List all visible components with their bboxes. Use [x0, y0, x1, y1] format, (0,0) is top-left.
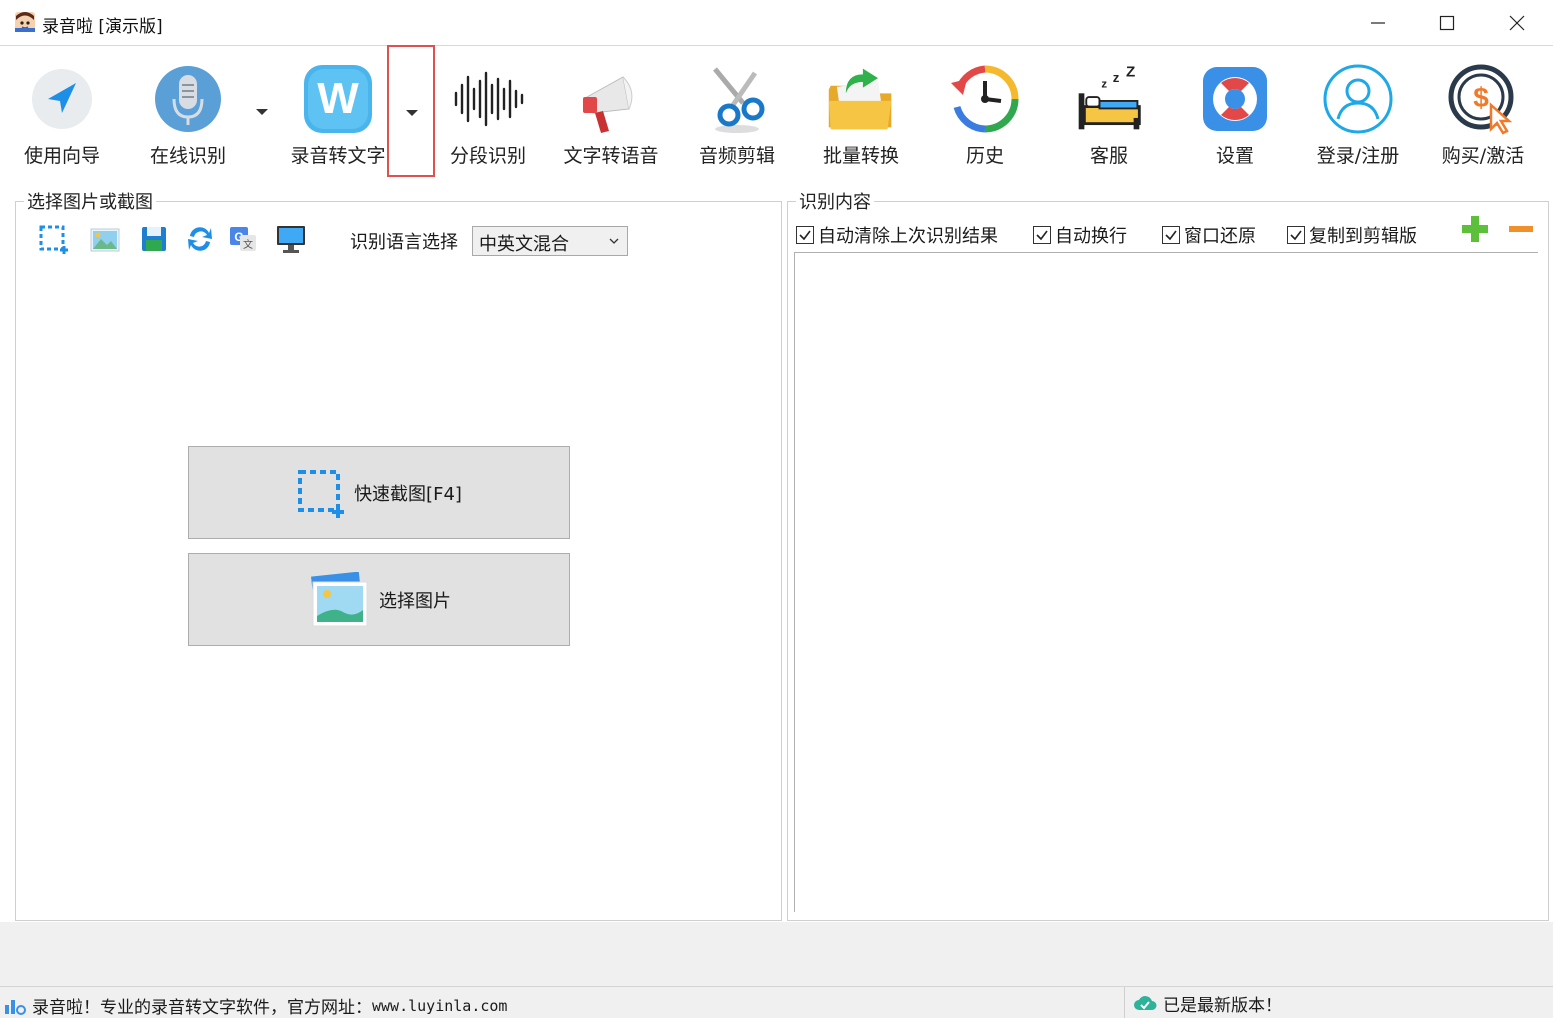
checkbox-checked-icon	[1033, 226, 1051, 244]
lifebuoy-icon	[1199, 59, 1271, 139]
status-message: 录音啦！专业的录音转文字软件，官方网址：	[32, 998, 372, 1018]
main-toolbar: 使用向导 在线识别 W 录音转文字 分段识别 文字转语音 音频剪辑 批量转换 历…	[0, 47, 1553, 177]
svg-text:$: $	[1473, 82, 1489, 113]
image-icon	[307, 571, 371, 628]
megaphone-icon	[575, 59, 647, 139]
online-recognition-dropdown-icon[interactable]	[256, 109, 268, 115]
maximize-icon	[1439, 15, 1455, 31]
svg-text:W: W	[317, 74, 359, 123]
language-select-label: 识别语言选择	[350, 232, 458, 253]
image-icon[interactable]	[88, 222, 122, 256]
minimize-icon	[1371, 22, 1385, 24]
close-icon	[1509, 15, 1525, 31]
user-icon	[1322, 59, 1394, 139]
auto-clear-checkbox[interactable]: 自动清除上次识别结果	[796, 222, 998, 248]
maximize-button[interactable]	[1412, 0, 1482, 46]
waveform-icon	[452, 59, 524, 139]
quick-capture-label: 快速截图[F4]	[354, 483, 462, 505]
right-panel-title: 识别内容	[796, 188, 874, 214]
folder-icon	[825, 59, 897, 139]
capture-region-icon[interactable]	[36, 222, 70, 256]
bottom-gap	[0, 922, 1553, 986]
toolbar-login-register-button[interactable]: 登录/注册	[1306, 47, 1410, 177]
toolbar-audio-to-text-button[interactable]: W 录音转文字	[282, 47, 394, 177]
svg-text:Z: Z	[1126, 63, 1135, 80]
version-status: 已是最新版本！	[1163, 995, 1282, 1016]
checkbox-checked-icon	[1287, 226, 1305, 244]
zoom-in-plus-icon[interactable]	[1458, 212, 1492, 246]
app-logo-icon	[14, 11, 36, 33]
checkbox-checked-icon	[796, 226, 814, 244]
select-image-button[interactable]: 选择图片	[188, 553, 570, 646]
capture-region-icon	[296, 468, 346, 518]
svg-text:z: z	[1113, 70, 1120, 85]
quick-capture-button[interactable]: 快速截图[F4]	[188, 446, 570, 539]
window-restore-checkbox[interactable]: 窗口还原	[1162, 222, 1256, 248]
toolbar-segment-recognition-button[interactable]: 分段识别	[440, 47, 536, 177]
minimize-button[interactable]	[1343, 0, 1413, 46]
monitor-icon[interactable]	[274, 222, 308, 256]
cloud-check-icon	[1133, 994, 1157, 1012]
zoom-out-minus-icon[interactable]	[1504, 212, 1538, 246]
toolbar-history-button[interactable]: 历史	[940, 47, 1030, 177]
language-select-value: 中英文混合	[479, 234, 569, 255]
website-link[interactable]: www.luyinla.com	[372, 997, 507, 1015]
refresh-icon[interactable]	[183, 222, 217, 256]
auto-wrap-checkbox[interactable]: 自动换行	[1033, 222, 1127, 248]
status-right: 已是最新版本！	[1124, 987, 1282, 1018]
toolbar-online-recognition-button[interactable]: 在线识别	[140, 47, 236, 177]
toolbar-text-to-speech-button[interactable]: 文字转语音	[556, 47, 666, 177]
status-bar: 录音啦！专业的录音转文字软件，官方网址： www.luyinla.com 已是最…	[0, 986, 1553, 1018]
clock-history-icon	[949, 59, 1021, 139]
toolbar-batch-convert-button[interactable]: 批量转换	[814, 47, 908, 177]
save-icon[interactable]	[137, 222, 171, 256]
toolbar-settings-button[interactable]: 设置	[1190, 47, 1280, 177]
close-button[interactable]	[1482, 0, 1552, 46]
title-bar: 录音啦 [演示版]	[0, 0, 1553, 46]
select-image-label: 选择图片	[379, 590, 451, 612]
toolbar-buy-activate-button[interactable]: $ 购买/激活	[1432, 47, 1534, 177]
toolbar-customer-service-button[interactable]: zzZ 客服	[1064, 47, 1154, 177]
microphone-icon	[152, 59, 224, 139]
left-panel-title: 选择图片或截图	[24, 188, 156, 214]
svg-text:z: z	[1101, 79, 1107, 91]
svg-text:文: 文	[243, 238, 253, 251]
bed-sleep-icon: zzZ	[1073, 59, 1145, 139]
dollar-cursor-icon: $	[1447, 59, 1519, 139]
language-select[interactable]: 中英文混合	[472, 226, 628, 256]
bar-chart-icon	[4, 997, 26, 1015]
toolbar-guide-button[interactable]: 使用向导	[14, 47, 110, 177]
navigation-arrow-icon	[26, 59, 98, 139]
toolbar-audio-edit-button[interactable]: 音频剪辑	[690, 47, 784, 177]
w-app-icon: W	[302, 59, 374, 139]
window-title: 录音啦 [演示版]	[42, 17, 163, 37]
scissors-icon	[701, 59, 773, 139]
status-left: 录音啦！专业的录音转文字软件，官方网址： www.luyinla.com	[4, 993, 507, 1018]
checkbox-checked-icon	[1162, 226, 1180, 244]
chevron-down-icon	[609, 238, 619, 244]
translate-icon[interactable]: G文	[226, 222, 260, 256]
copy-clipboard-checkbox[interactable]: 复制到剪辑版	[1287, 222, 1417, 248]
dropdown-highlight-frame	[387, 45, 435, 177]
recognition-result-textarea[interactable]	[794, 252, 1538, 912]
